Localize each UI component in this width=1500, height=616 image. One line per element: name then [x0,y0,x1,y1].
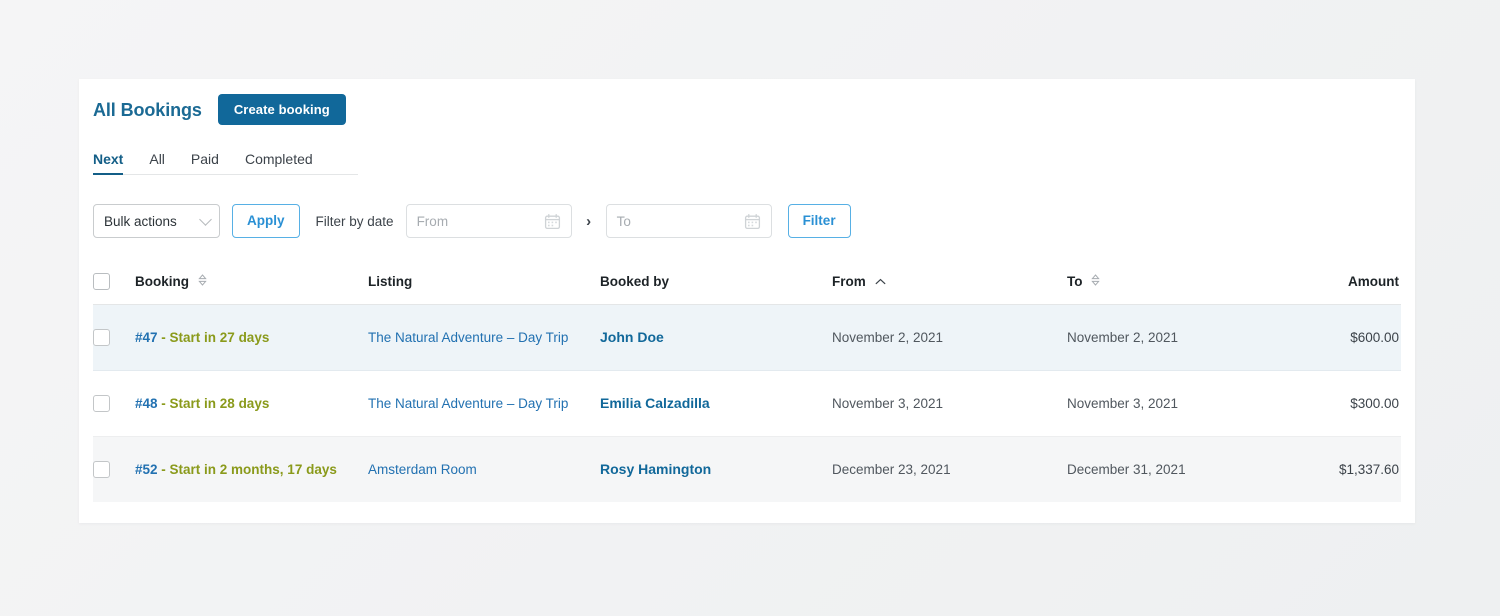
booked-by-link[interactable]: Emilia Calzadilla [600,395,710,411]
page-title: All Bookings [93,99,202,120]
table-row[interactable]: #48 - Start in 28 days The Natural Adven… [93,370,1401,437]
column-header-from[interactable]: From [832,260,1067,305]
row-checkbox[interactable] [93,328,110,346]
tab-paid[interactable]: Paid [191,152,219,174]
calendar-icon[interactable] [544,213,561,235]
table-row[interactable]: #47 - Start in 27 days The Natural Adven… [93,304,1401,371]
row-select-cell [93,370,135,437]
cell-booking: #52 - Start in 2 months, 17 days [135,436,368,502]
filter-button[interactable]: Filter [787,204,851,238]
cell-to: November 3, 2021 [1067,370,1296,437]
booked-by-link[interactable]: John Doe [600,329,664,345]
create-booking-button[interactable]: Create booking [217,94,346,125]
column-header-to[interactable]: To [1067,260,1296,305]
sort-ascending-icon[interactable] [875,274,886,289]
booking-id-link[interactable]: #48 [135,396,158,411]
cell-listing: Amsterdam Room [368,436,600,502]
range-separator-icon: › [586,212,592,230]
column-label-from: From [832,273,866,289]
filter-by-date-label: Filter by date [315,213,394,229]
column-header-booking[interactable]: Booking [135,260,368,305]
tab-completed[interactable]: Completed [245,152,313,174]
cell-to: December 31, 2021 [1067,436,1296,502]
bookings-card: All Bookings Create booking Next All Pai… [79,79,1415,523]
chevron-down-icon [199,213,212,226]
calendar-icon[interactable] [744,213,761,235]
sort-unsorted-icon[interactable] [198,273,207,289]
tab-all[interactable]: All [149,152,165,174]
listing-link[interactable]: Amsterdam Room [368,462,477,477]
bulk-actions-value: Bulk actions [104,213,177,229]
cell-booked-by: Emilia Calzadilla [600,370,832,437]
cell-listing: The Natural Adventure – Day Trip [368,304,600,371]
booking-id-link[interactable]: #52 [135,462,158,477]
filter-toolbar: Bulk actions Apply Filter by date From ›… [93,204,851,238]
table-header-row: Booking Listing Booked by From To Amount [93,260,1401,305]
apply-button[interactable]: Apply [232,204,300,238]
cell-from: November 2, 2021 [832,304,1067,371]
booking-relative-time: - Start in 2 months, 17 days [161,461,337,477]
date-to-placeholder: To [616,213,631,229]
column-header-booked-by: Booked by [600,260,832,305]
column-label-to: To [1067,273,1083,289]
bookings-table: Booking Listing Booked by From To Amount… [93,260,1401,502]
column-header-amount: Amount [1296,260,1401,305]
booking-relative-time: - Start in 28 days [161,395,270,411]
booking-id-link[interactable]: #47 [135,330,158,345]
cell-amount: $600.00 [1296,304,1401,371]
cell-booking: #48 - Start in 28 days [135,370,368,437]
table-head: Booking Listing Booked by From To Amount [93,260,1401,305]
cell-booking: #47 - Start in 27 days [135,304,368,371]
cell-booked-by: Rosy Hamington [600,436,832,502]
column-label-booked-by: Booked by [600,274,670,290]
status-tabs: Next All Paid Completed [93,147,358,175]
cell-listing: The Natural Adventure – Day Trip [368,370,600,437]
column-label-amount: Amount [1348,274,1399,290]
booked-by-link[interactable]: Rosy Hamington [600,461,711,477]
column-header-listing: Listing [368,260,600,305]
cell-booked-by: John Doe [600,304,832,371]
column-label-listing: Listing [368,274,413,290]
date-to-field[interactable]: To [605,204,772,238]
row-select-cell [93,436,135,502]
row-checkbox[interactable] [93,460,110,478]
cell-amount: $1,337.60 [1296,436,1401,502]
bulk-actions-select[interactable]: Bulk actions [93,204,220,238]
booking-relative-time: - Start in 27 days [161,329,270,345]
date-from-field[interactable]: From [405,204,572,238]
select-all-cell [93,260,135,305]
cell-from: November 3, 2021 [832,370,1067,437]
table-body: #47 - Start in 27 days The Natural Adven… [93,304,1401,502]
table-row[interactable]: #52 - Start in 2 months, 17 days Amsterd… [93,436,1401,502]
date-from-placeholder: From [416,213,449,229]
column-label-booking: Booking [135,273,189,289]
cell-to: November 2, 2021 [1067,304,1296,371]
select-all-checkbox[interactable] [93,273,110,291]
listing-link[interactable]: The Natural Adventure – Day Trip [368,330,568,345]
row-select-cell [93,304,135,371]
tab-next[interactable]: Next [93,152,124,175]
card-header: All Bookings Create booking [93,94,346,125]
sort-unsorted-icon[interactable] [1091,273,1100,289]
cell-from: December 23, 2021 [832,436,1067,502]
row-checkbox[interactable] [93,394,110,412]
cell-amount: $300.00 [1296,370,1401,437]
listing-link[interactable]: The Natural Adventure – Day Trip [368,396,568,411]
